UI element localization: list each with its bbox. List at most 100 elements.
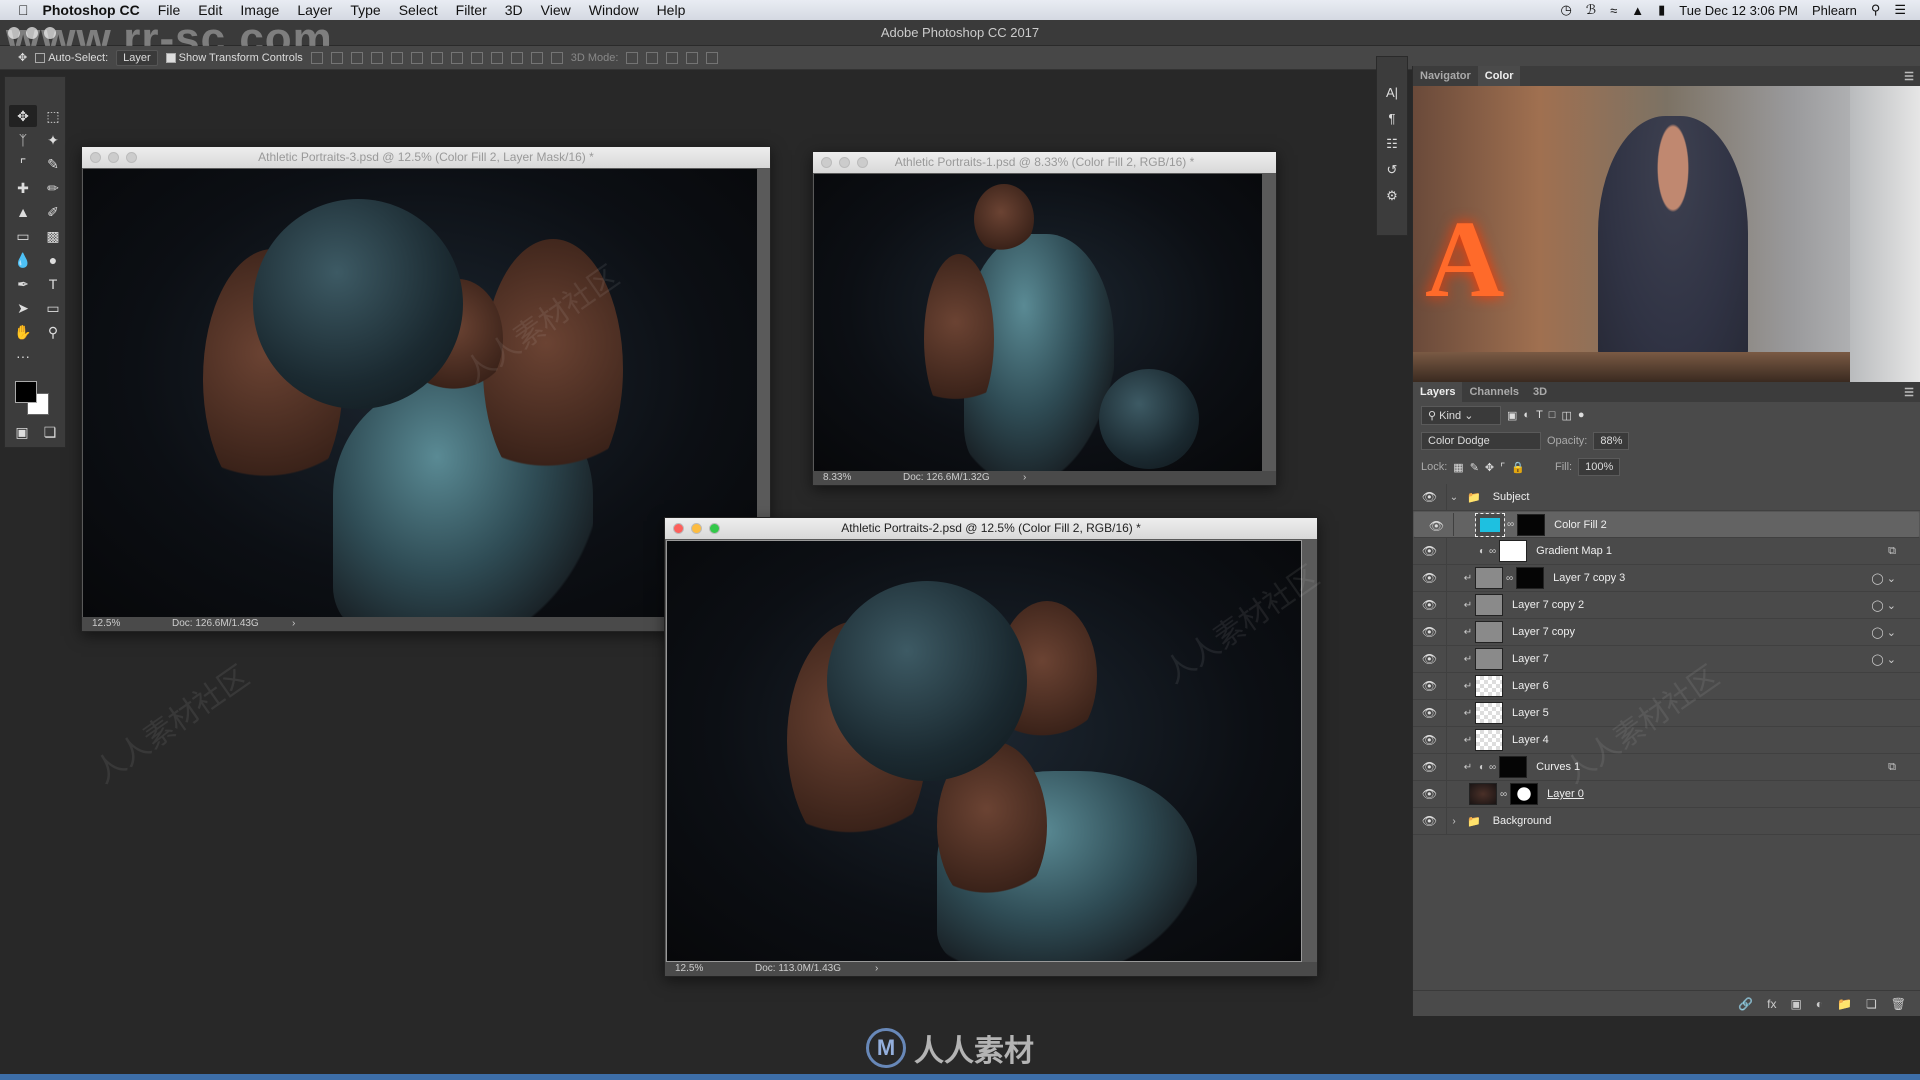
link-icon[interactable]: ∞ (1507, 519, 1514, 530)
layer-mask-thumbnail[interactable] (1517, 513, 1546, 536)
actions-panel-icon[interactable]: ⚙ (1377, 183, 1407, 209)
zoom-level[interactable]: 12.5% (675, 962, 703, 976)
bluetooth-icon[interactable]: ℬ (1586, 2, 1596, 18)
layer-mask-thumbnail[interactable] (1516, 567, 1545, 589)
link-layers-icon[interactable]: 🔗 (1738, 997, 1753, 1011)
marquee-tool[interactable]: ⬚ (39, 105, 67, 127)
visibility-eye-icon[interactable]: 👁 (1413, 619, 1447, 645)
zoom-doc-button[interactable] (126, 152, 137, 163)
zoom-doc-button[interactable] (857, 157, 868, 168)
filter-type-icon[interactable]: T (1536, 409, 1543, 421)
new-adjustment-icon[interactable]: ◐ (1816, 997, 1823, 1011)
foreground-color-swatch[interactable] (15, 381, 37, 403)
layer-row[interactable]: 👁 ⌄ 📁 Subject (1413, 484, 1920, 511)
menu-3d[interactable]: 3D (505, 2, 523, 18)
visibility-eye-icon[interactable]: 👁 (1413, 781, 1447, 807)
document-title-bar[interactable]: Athletic Portraits-2.psd @ 12.5% (Color … (665, 518, 1317, 539)
history-panel-icon[interactable]: ↺ (1377, 157, 1407, 183)
filter-smart-object-icon[interactable]: ◫ (1561, 409, 1571, 422)
fill-thumbnail[interactable] (1475, 512, 1505, 537)
menu-type[interactable]: Type (350, 2, 380, 18)
layer-thumbnail[interactable] (1475, 729, 1503, 751)
layer-thumbnail[interactable] (1475, 702, 1503, 724)
notification-center-icon[interactable]: ☰ (1894, 2, 1906, 18)
paragraph-panel-icon[interactable]: ¶ (1377, 105, 1407, 131)
layer-name[interactable]: Layer 7 copy 3 (1553, 572, 1625, 584)
magic-wand-tool[interactable]: ✦ (39, 129, 67, 151)
layer-mask-thumbnail[interactable] (1499, 756, 1528, 778)
tab-navigator[interactable]: Navigator (1413, 66, 1478, 86)
visibility-eye-icon[interactable]: 👁 (1413, 673, 1447, 699)
layer-name[interactable]: Layer 7 copy 2 (1512, 599, 1584, 611)
smart-filter-icon[interactable]: ◯ ⌄ (1871, 599, 1896, 612)
document-canvas[interactable] (814, 174, 1262, 472)
auto-select-checkbox[interactable] (35, 52, 46, 63)
layer-row[interactable]: 👁 ◐ ∞ Gradient Map 1 ⧉ (1413, 538, 1920, 565)
layer-name[interactable]: Layer 7 (1512, 653, 1549, 665)
document-canvas[interactable] (83, 169, 757, 617)
blur-tool[interactable]: 💧 (9, 249, 37, 271)
visibility-eye-icon[interactable]: 👁 (1413, 592, 1447, 618)
3d-rotate-icon[interactable] (626, 51, 639, 64)
layer-row[interactable]: 👁 ↵ Layer 7 ◯ ⌄ (1413, 646, 1920, 673)
link-icon[interactable]: ∞ (1489, 546, 1496, 557)
zoom-doc-button[interactable] (709, 523, 720, 534)
zoom-tool[interactable]: ⚲ (39, 321, 67, 343)
align-right-icon[interactable] (410, 51, 423, 64)
layer-row[interactable]: 👁 ↵ ∞ Layer 7 copy 3 ◯ ⌄ (1413, 565, 1920, 592)
layer-row[interactable]: 👁 ↵ Layer 4 (1413, 727, 1920, 754)
lock-all-icon[interactable]: 🔒 (1511, 461, 1525, 474)
layer-name[interactable]: Layer 6 (1512, 680, 1549, 692)
healing-brush-tool[interactable]: ✚ (9, 177, 37, 199)
pen-tool[interactable]: ✒ (9, 273, 37, 295)
delete-layer-icon[interactable]: 🗑 (1891, 997, 1906, 1011)
close-doc-button[interactable] (673, 523, 684, 534)
distribute-right-icon[interactable] (530, 51, 543, 64)
path-selection-tool[interactable]: ➤ (9, 297, 37, 319)
layer-filter-dropdown[interactable]: ⚲ Kind ⌄ (1421, 405, 1501, 425)
dodge-tool[interactable]: ● (39, 249, 67, 271)
distribute-left-icon[interactable] (490, 51, 503, 64)
smart-object-thumbnail[interactable] (1475, 648, 1503, 670)
layer-mask-thumbnail[interactable] (1499, 540, 1528, 562)
document-canvas[interactable] (666, 540, 1302, 962)
document-title-bar[interactable]: Athletic Portraits-3.psd @ 12.5% (Color … (82, 147, 770, 168)
visibility-eye-icon[interactable]: 👁 (1413, 727, 1447, 753)
minimize-doc-button[interactable] (691, 523, 702, 534)
wifi-icon[interactable]: ≈ (1610, 3, 1617, 18)
move-tool[interactable]: ✥ (9, 105, 37, 127)
align-vcenter-icon[interactable] (330, 51, 343, 64)
layer-name[interactable]: Layer 7 copy (1512, 626, 1575, 638)
gradient-tool[interactable]: ▩ (39, 225, 67, 247)
screen-mode-icon[interactable]: ❏ (39, 421, 61, 443)
align-bottom-icon[interactable] (350, 51, 363, 64)
clone-stamp-tool[interactable]: ▲ (9, 201, 37, 223)
smart-filter-icon[interactable]: ◯ ⌄ (1871, 572, 1896, 585)
3d-pan-icon[interactable] (666, 51, 679, 64)
panel-menu-icon[interactable]: ☰ (1904, 70, 1914, 83)
more-tools-icon[interactable]: ··· (9, 345, 37, 367)
new-group-icon[interactable]: 📁 (1837, 997, 1852, 1011)
zoom-level[interactable]: 8.33% (823, 471, 851, 485)
status-arrow-icon[interactable]: › (292, 617, 295, 631)
menu-view[interactable]: View (541, 2, 571, 18)
brush-tool[interactable]: ✏ (39, 177, 67, 199)
tab-color[interactable]: Color (1477, 66, 1521, 86)
align-left-icon[interactable] (370, 51, 383, 64)
airplay-icon[interactable]: ▲ (1631, 3, 1644, 18)
auto-align-icon[interactable] (550, 51, 563, 64)
spotlight-search-icon[interactable]: ⚲ (1871, 2, 1881, 18)
shape-tool[interactable]: ▭ (39, 297, 67, 319)
layer-row[interactable]: 👁 ∞ Layer 0 (1413, 781, 1920, 808)
filter-toggle[interactable]: ● (1578, 409, 1585, 421)
3d-roll-icon[interactable] (646, 51, 659, 64)
align-hcenter-icon[interactable] (390, 51, 403, 64)
layer-name[interactable]: Layer 5 (1512, 707, 1549, 719)
smart-filter-icon[interactable]: ◯ ⌄ (1871, 626, 1896, 639)
visibility-eye-icon[interactable]: 👁 (1413, 565, 1447, 591)
layer-row[interactable]: 👁 ↵ ◐ ∞ Curves 1 ⧉ (1413, 754, 1920, 781)
zoom-level[interactable]: 12.5% (92, 617, 120, 631)
menu-filter[interactable]: Filter (456, 2, 487, 18)
visibility-eye-icon[interactable]: 👁 (1413, 754, 1447, 780)
smart-object-thumbnail[interactable] (1475, 621, 1503, 643)
